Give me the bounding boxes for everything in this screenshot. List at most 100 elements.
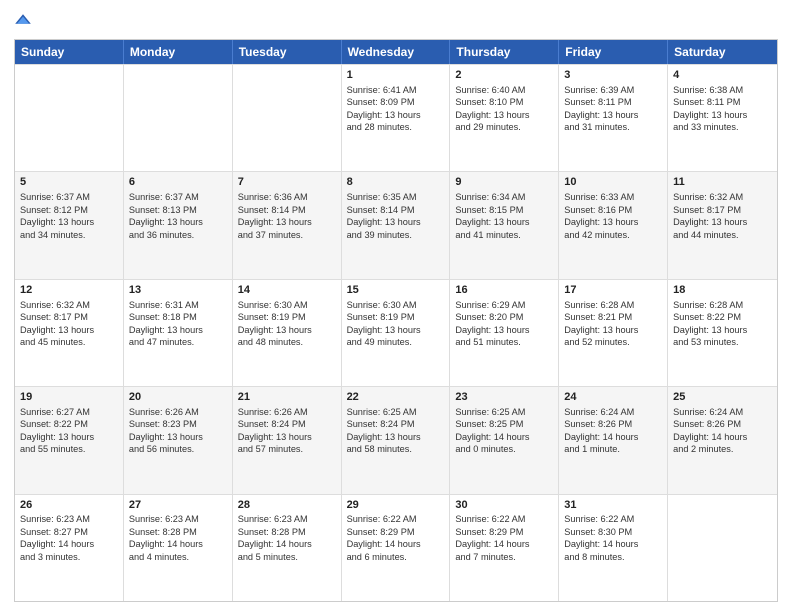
day-info: Sunrise: 6:22 AM Sunset: 8:29 PM Dayligh… [347, 513, 445, 563]
cal-cell [233, 65, 342, 171]
day-info: Sunrise: 6:32 AM Sunset: 8:17 PM Dayligh… [673, 191, 772, 241]
day-number: 28 [238, 498, 336, 513]
cal-cell: 3Sunrise: 6:39 AM Sunset: 8:11 PM Daylig… [559, 65, 668, 171]
day-info: Sunrise: 6:40 AM Sunset: 8:10 PM Dayligh… [455, 84, 553, 134]
cal-header-tuesday: Tuesday [233, 40, 342, 64]
day-number: 9 [455, 175, 553, 190]
day-number: 5 [20, 175, 118, 190]
day-info: Sunrise: 6:30 AM Sunset: 8:19 PM Dayligh… [347, 299, 445, 349]
day-info: Sunrise: 6:26 AM Sunset: 8:23 PM Dayligh… [129, 406, 227, 456]
day-number: 7 [238, 175, 336, 190]
cal-cell [15, 65, 124, 171]
cal-cell [124, 65, 233, 171]
cal-cell: 9Sunrise: 6:34 AM Sunset: 8:15 PM Daylig… [450, 172, 559, 278]
day-info: Sunrise: 6:28 AM Sunset: 8:22 PM Dayligh… [673, 299, 772, 349]
day-number: 12 [20, 283, 118, 298]
day-number: 8 [347, 175, 445, 190]
cal-cell: 31Sunrise: 6:22 AM Sunset: 8:30 PM Dayli… [559, 495, 668, 601]
day-info: Sunrise: 6:23 AM Sunset: 8:27 PM Dayligh… [20, 513, 118, 563]
cal-cell: 26Sunrise: 6:23 AM Sunset: 8:27 PM Dayli… [15, 495, 124, 601]
day-info: Sunrise: 6:25 AM Sunset: 8:24 PM Dayligh… [347, 406, 445, 456]
logo-icon [14, 10, 32, 28]
day-info: Sunrise: 6:25 AM Sunset: 8:25 PM Dayligh… [455, 406, 553, 456]
cal-cell: 5Sunrise: 6:37 AM Sunset: 8:12 PM Daylig… [15, 172, 124, 278]
day-info: Sunrise: 6:26 AM Sunset: 8:24 PM Dayligh… [238, 406, 336, 456]
day-info: Sunrise: 6:33 AM Sunset: 8:16 PM Dayligh… [564, 191, 662, 241]
day-info: Sunrise: 6:37 AM Sunset: 8:12 PM Dayligh… [20, 191, 118, 241]
cal-cell [668, 495, 777, 601]
day-number: 3 [564, 68, 662, 83]
day-number: 18 [673, 283, 772, 298]
day-number: 13 [129, 283, 227, 298]
cal-cell: 1Sunrise: 6:41 AM Sunset: 8:09 PM Daylig… [342, 65, 451, 171]
cal-week-3: 12Sunrise: 6:32 AM Sunset: 8:17 PM Dayli… [15, 279, 777, 386]
day-number: 19 [20, 390, 118, 405]
cal-cell: 14Sunrise: 6:30 AM Sunset: 8:19 PM Dayli… [233, 280, 342, 386]
day-info: Sunrise: 6:30 AM Sunset: 8:19 PM Dayligh… [238, 299, 336, 349]
day-info: Sunrise: 6:22 AM Sunset: 8:30 PM Dayligh… [564, 513, 662, 563]
day-number: 6 [129, 175, 227, 190]
cal-cell: 29Sunrise: 6:22 AM Sunset: 8:29 PM Dayli… [342, 495, 451, 601]
day-number: 30 [455, 498, 553, 513]
day-info: Sunrise: 6:27 AM Sunset: 8:22 PM Dayligh… [20, 406, 118, 456]
cal-header-friday: Friday [559, 40, 668, 64]
day-info: Sunrise: 6:24 AM Sunset: 8:26 PM Dayligh… [673, 406, 772, 456]
cal-cell: 2Sunrise: 6:40 AM Sunset: 8:10 PM Daylig… [450, 65, 559, 171]
day-number: 20 [129, 390, 227, 405]
calendar: SundayMondayTuesdayWednesdayThursdayFrid… [14, 39, 778, 602]
cal-cell: 18Sunrise: 6:28 AM Sunset: 8:22 PM Dayli… [668, 280, 777, 386]
day-number: 16 [455, 283, 553, 298]
cal-cell: 11Sunrise: 6:32 AM Sunset: 8:17 PM Dayli… [668, 172, 777, 278]
day-number: 24 [564, 390, 662, 405]
cal-cell: 6Sunrise: 6:37 AM Sunset: 8:13 PM Daylig… [124, 172, 233, 278]
cal-week-4: 19Sunrise: 6:27 AM Sunset: 8:22 PM Dayli… [15, 386, 777, 493]
cal-cell: 17Sunrise: 6:28 AM Sunset: 8:21 PM Dayli… [559, 280, 668, 386]
cal-header-wednesday: Wednesday [342, 40, 451, 64]
day-number: 15 [347, 283, 445, 298]
cal-cell: 24Sunrise: 6:24 AM Sunset: 8:26 PM Dayli… [559, 387, 668, 493]
calendar-header-row: SundayMondayTuesdayWednesdayThursdayFrid… [15, 40, 777, 64]
day-info: Sunrise: 6:37 AM Sunset: 8:13 PM Dayligh… [129, 191, 227, 241]
cal-week-5: 26Sunrise: 6:23 AM Sunset: 8:27 PM Dayli… [15, 494, 777, 601]
day-number: 17 [564, 283, 662, 298]
day-info: Sunrise: 6:23 AM Sunset: 8:28 PM Dayligh… [129, 513, 227, 563]
cal-header-monday: Monday [124, 40, 233, 64]
cal-cell: 25Sunrise: 6:24 AM Sunset: 8:26 PM Dayli… [668, 387, 777, 493]
day-info: Sunrise: 6:22 AM Sunset: 8:29 PM Dayligh… [455, 513, 553, 563]
day-info: Sunrise: 6:23 AM Sunset: 8:28 PM Dayligh… [238, 513, 336, 563]
day-number: 29 [347, 498, 445, 513]
cal-cell: 13Sunrise: 6:31 AM Sunset: 8:18 PM Dayli… [124, 280, 233, 386]
cal-cell: 21Sunrise: 6:26 AM Sunset: 8:24 PM Dayli… [233, 387, 342, 493]
cal-cell: 19Sunrise: 6:27 AM Sunset: 8:22 PM Dayli… [15, 387, 124, 493]
logo [14, 10, 34, 33]
cal-week-1: 1Sunrise: 6:41 AM Sunset: 8:09 PM Daylig… [15, 64, 777, 171]
day-number: 23 [455, 390, 553, 405]
day-number: 31 [564, 498, 662, 513]
day-info: Sunrise: 6:36 AM Sunset: 8:14 PM Dayligh… [238, 191, 336, 241]
header [14, 10, 778, 33]
day-number: 2 [455, 68, 553, 83]
day-number: 10 [564, 175, 662, 190]
cal-cell: 7Sunrise: 6:36 AM Sunset: 8:14 PM Daylig… [233, 172, 342, 278]
cal-cell: 23Sunrise: 6:25 AM Sunset: 8:25 PM Dayli… [450, 387, 559, 493]
cal-header-thursday: Thursday [450, 40, 559, 64]
day-info: Sunrise: 6:34 AM Sunset: 8:15 PM Dayligh… [455, 191, 553, 241]
cal-cell: 28Sunrise: 6:23 AM Sunset: 8:28 PM Dayli… [233, 495, 342, 601]
cal-cell: 10Sunrise: 6:33 AM Sunset: 8:16 PM Dayli… [559, 172, 668, 278]
day-info: Sunrise: 6:38 AM Sunset: 8:11 PM Dayligh… [673, 84, 772, 134]
day-info: Sunrise: 6:24 AM Sunset: 8:26 PM Dayligh… [564, 406, 662, 456]
day-number: 14 [238, 283, 336, 298]
day-number: 25 [673, 390, 772, 405]
day-info: Sunrise: 6:28 AM Sunset: 8:21 PM Dayligh… [564, 299, 662, 349]
cal-cell: 30Sunrise: 6:22 AM Sunset: 8:29 PM Dayli… [450, 495, 559, 601]
day-number: 11 [673, 175, 772, 190]
day-number: 21 [238, 390, 336, 405]
day-number: 27 [129, 498, 227, 513]
cal-cell: 15Sunrise: 6:30 AM Sunset: 8:19 PM Dayli… [342, 280, 451, 386]
calendar-body: 1Sunrise: 6:41 AM Sunset: 8:09 PM Daylig… [15, 64, 777, 601]
page: SundayMondayTuesdayWednesdayThursdayFrid… [0, 0, 792, 612]
day-number: 22 [347, 390, 445, 405]
cal-cell: 22Sunrise: 6:25 AM Sunset: 8:24 PM Dayli… [342, 387, 451, 493]
cal-week-2: 5Sunrise: 6:37 AM Sunset: 8:12 PM Daylig… [15, 171, 777, 278]
cal-cell: 8Sunrise: 6:35 AM Sunset: 8:14 PM Daylig… [342, 172, 451, 278]
